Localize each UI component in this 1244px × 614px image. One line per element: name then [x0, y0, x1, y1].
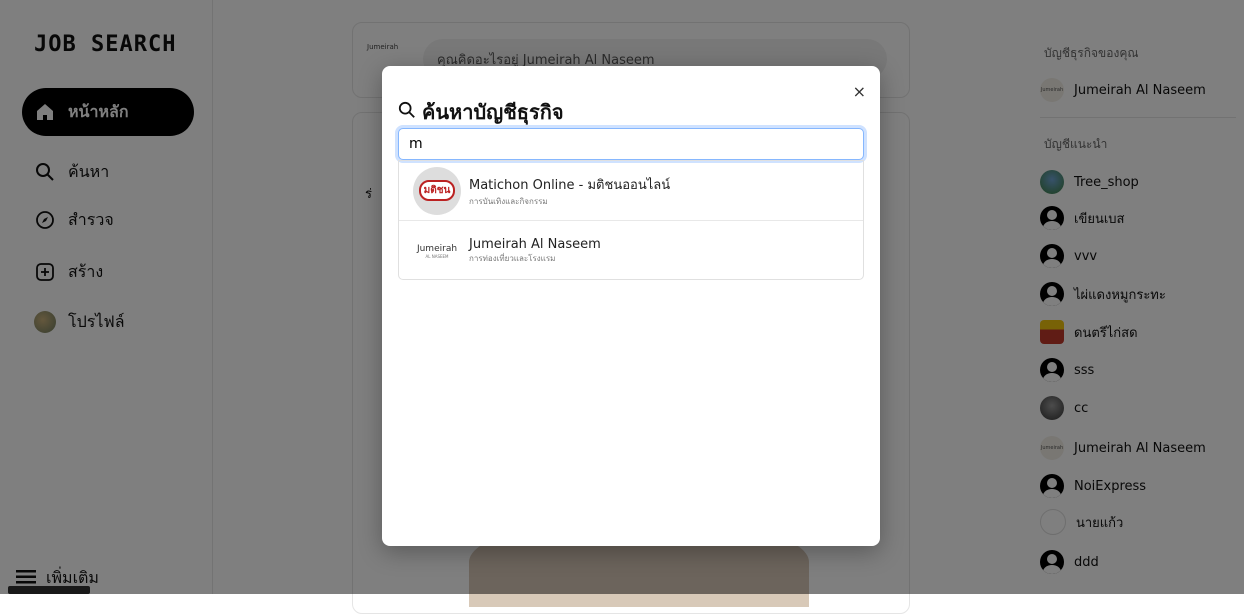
result-name: Jumeirah Al Naseem	[469, 237, 601, 252]
result-category: การบันเทิงและกิจกรรม	[469, 196, 548, 206]
close-button[interactable]: ×	[853, 82, 866, 101]
search-result-item[interactable]: มติชน Matichon Online - มติชนออนไลน์ การ…	[399, 161, 863, 221]
modal-title: ค้นหาบัญชีธุรกิจ	[398, 96, 564, 128]
search-results: มติชน Matichon Online - มติชนออนไลน์ การ…	[398, 160, 864, 280]
search-result-item[interactable]: Jumeirah AL NASEEM Jumeirah Al Naseem กา…	[399, 221, 863, 281]
search-business-modal: ค้นหาบัญชีธุรกิจ × มติชน Matichon Online…	[382, 66, 880, 546]
jumeirah-logo: Jumeirah AL NASEEM	[416, 243, 458, 259]
search-icon	[398, 100, 416, 124]
result-category: การท่องเที่ยวและโรงแรม	[469, 254, 556, 263]
result-name: Matichon Online - มติชนออนไลน์	[469, 177, 671, 193]
business-search-input[interactable]	[398, 128, 864, 160]
app: JOB SEARCH หน้าหลัก ค้นหา สำรวจ สร้าง	[0, 0, 1244, 614]
matichon-logo: มติชน	[413, 166, 461, 215]
modal-title-text: ค้นหาบัญชีธุรกิจ	[422, 100, 564, 124]
